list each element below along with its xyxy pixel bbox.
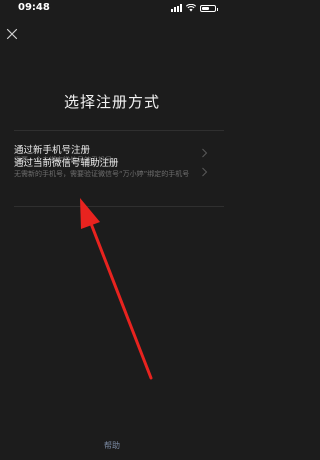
divider-bottom xyxy=(14,206,224,207)
red-arrow-annotation xyxy=(80,198,153,380)
page-title: 选择注册方式 xyxy=(63,93,160,111)
status-bar: 09:48 xyxy=(0,0,224,16)
status-time: 09:48 xyxy=(18,2,50,13)
wifi-icon xyxy=(186,4,196,12)
help-link[interactable]: 帮助 xyxy=(0,440,224,451)
battery-icon xyxy=(200,4,218,12)
chevron-right-icon xyxy=(202,167,208,177)
option-wechat-assist[interactable]: 通过当前微信号辅助注册 无需新的手机号，需要验证微信号“万小婷”绑定的手机号 xyxy=(0,146,224,206)
status-icons xyxy=(171,3,218,13)
option-title: 通过当前微信号辅助注册 xyxy=(14,158,119,169)
signal-icon xyxy=(171,4,182,12)
option-description: 无需新的手机号，需要验证微信号“万小婷”绑定的手机号 xyxy=(14,170,190,178)
close-icon[interactable] xyxy=(6,28,18,40)
